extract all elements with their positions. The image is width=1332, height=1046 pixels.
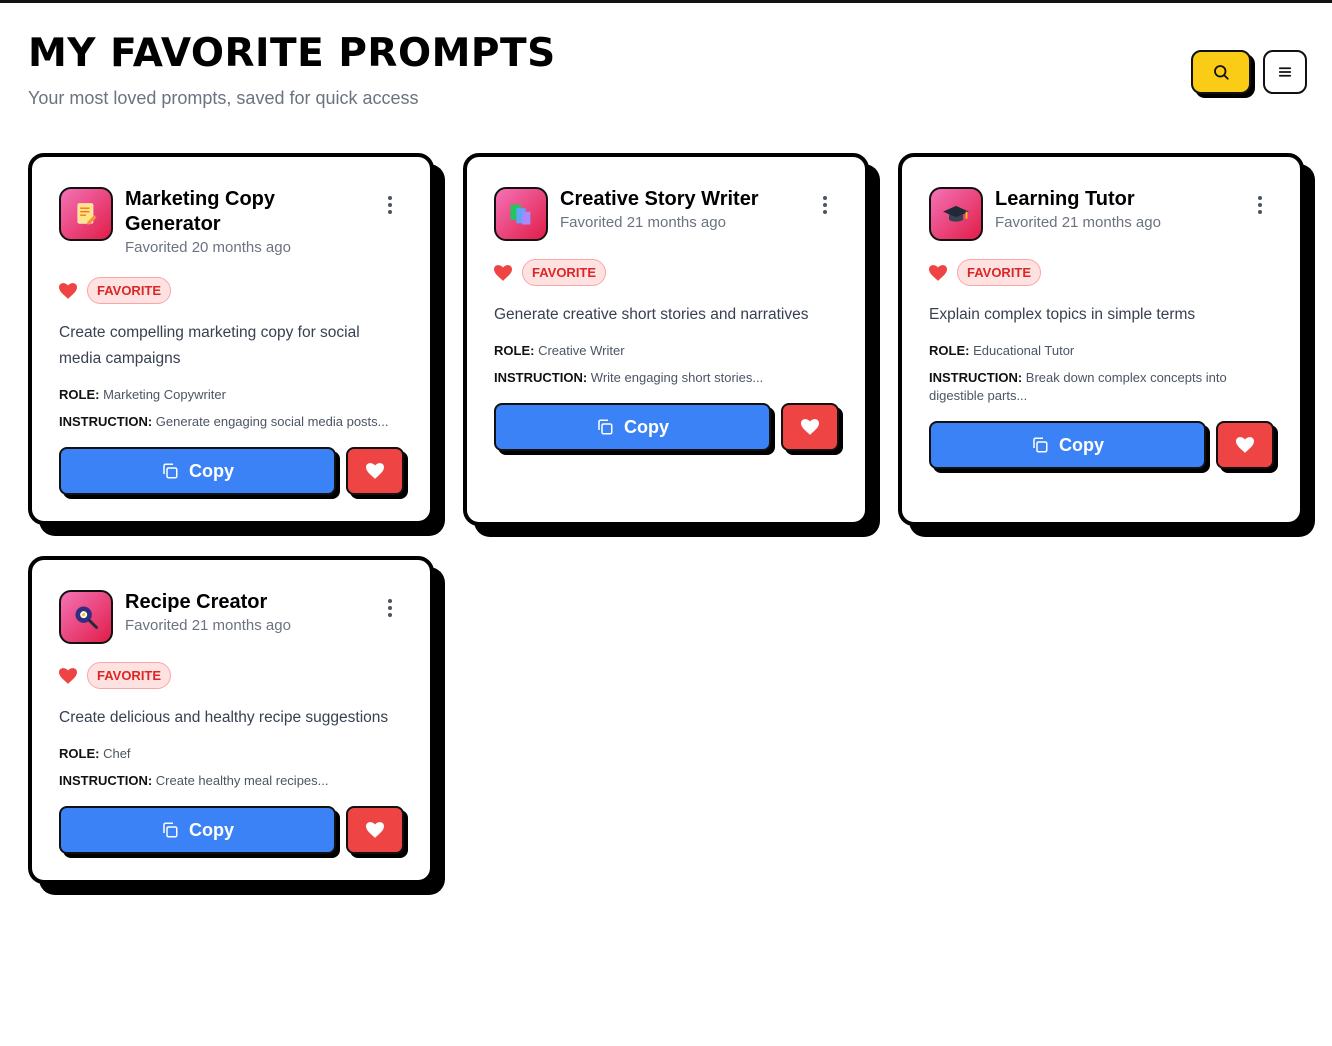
favorited-time: Favorited 20 months ago [125, 239, 291, 256]
unfavorite-button[interactable] [346, 447, 404, 495]
more-options-button[interactable] [380, 193, 400, 217]
copy-label: Copy [189, 819, 234, 840]
role-value: Creative Writer [538, 343, 625, 358]
favorited-time: Favorited 21 months ago [125, 617, 291, 634]
heart-icon [366, 463, 384, 479]
heart-icon [59, 282, 77, 299]
copy-button[interactable]: Copy [59, 447, 336, 495]
role-value: Chef [103, 746, 131, 761]
card-title: Creative Story Writer [560, 188, 759, 210]
instruction-label: INSTRUCTION: [59, 414, 153, 429]
kebab-icon [388, 196, 392, 214]
card-header: Recipe Creator Favorited 21 months ago [59, 590, 404, 644]
heart-icon [929, 264, 947, 281]
card-description: Explain complex topics in simple terms [929, 306, 1196, 323]
instruction-line: INSTRUCTION: Write engaging short storie… [494, 369, 839, 387]
instruction-value: Create healthy meal recipes... [155, 773, 329, 788]
graduation-cap-icon [929, 187, 983, 241]
card-header: Creative Story Writer Favorited 21 month… [494, 187, 839, 241]
copy-button[interactable]: Copy [59, 806, 336, 854]
role-value: Marketing Copywriter [103, 387, 226, 402]
card-description: Generate creative short stories and narr… [494, 306, 809, 323]
books-icon [494, 187, 548, 241]
copy-label: Copy [189, 460, 234, 481]
copy-label: Copy [1059, 434, 1104, 455]
favorite-badge: FAVORITE [87, 277, 172, 304]
search-icon [1214, 65, 1229, 80]
role-label: ROLE: [929, 343, 970, 358]
top-border [0, 0, 1332, 3]
header-actions [1191, 50, 1307, 94]
prompt-card: Creative Story Writer Favorited 21 month… [463, 153, 869, 526]
more-options-button[interactable] [1250, 193, 1270, 217]
prompt-card: Marketing Copy Generator Favorited 20 mo… [28, 153, 434, 525]
unfavorite-button[interactable] [346, 806, 404, 854]
copy-label: Copy [624, 416, 669, 437]
copy-icon [163, 463, 178, 479]
heart-icon [1236, 437, 1254, 453]
role-value: Educational Tutor [973, 343, 1075, 358]
heart-icon [494, 264, 512, 281]
page-subtitle: Your most loved prompts, saved for quick… [28, 88, 419, 108]
instruction-line: INSTRUCTION: Generate engaging social me… [59, 413, 404, 431]
instruction-value: Write engaging short stories... [590, 370, 764, 385]
favorite-badge: FAVORITE [87, 662, 172, 689]
kebab-icon [1258, 196, 1262, 214]
menu-button[interactable] [1263, 50, 1307, 94]
card-title: Recipe Creator [125, 591, 268, 613]
favorited-time: Favorited 21 months ago [560, 214, 726, 231]
role-label: ROLE: [494, 343, 535, 358]
copy-button[interactable]: Copy [494, 403, 771, 451]
frying-pan-icon [59, 590, 113, 644]
prompt-card: Recipe Creator Favorited 21 months ago F… [28, 556, 434, 884]
menu-icon [1278, 67, 1292, 77]
card-header: Learning Tutor Favorited 21 months ago [929, 187, 1274, 241]
card-title: Learning Tutor [995, 188, 1135, 210]
favorite-badge: FAVORITE [957, 259, 1042, 286]
more-options-button[interactable] [815, 193, 835, 217]
card-title: Marketing Copy Generator [125, 188, 276, 235]
unfavorite-button[interactable] [781, 403, 839, 451]
role-line: ROLE: Chef [59, 745, 404, 763]
copy-icon [163, 822, 178, 838]
favorited-time: Favorited 21 months ago [995, 214, 1161, 231]
more-options-button[interactable] [380, 596, 400, 620]
card-header: Marketing Copy Generator Favorited 20 mo… [59, 187, 404, 259]
prompt-card: Learning Tutor Favorited 21 months ago F… [898, 153, 1304, 526]
heart-icon [59, 667, 77, 684]
instruction-line: INSTRUCTION: Create healthy meal recipes… [59, 772, 404, 790]
role-line: ROLE: Educational Tutor [929, 342, 1274, 360]
role-label: ROLE: [59, 387, 100, 402]
instruction-label: INSTRUCTION: [494, 370, 588, 385]
copy-icon [1033, 437, 1048, 453]
role-label: ROLE: [59, 746, 100, 761]
page-header: MY FAVORITE PROMPTS Your most loved prom… [28, 30, 556, 109]
heart-icon [801, 419, 819, 435]
role-line: ROLE: Creative Writer [494, 342, 839, 360]
unfavorite-button[interactable] [1216, 421, 1274, 469]
instruction-value: Generate engaging social media posts... [155, 414, 389, 429]
favorite-badge: FAVORITE [522, 259, 607, 286]
copy-button[interactable]: Copy [929, 421, 1206, 469]
copy-icon [598, 419, 613, 435]
instruction-label: INSTRUCTION: [59, 773, 153, 788]
role-line: ROLE: Marketing Copywriter [59, 386, 404, 404]
card-description: Create delicious and healthy recipe sugg… [59, 709, 389, 726]
card-description: Create compelling marketing copy for soc… [59, 324, 360, 367]
instruction-label: INSTRUCTION: [929, 370, 1023, 385]
page-title: MY FAVORITE PROMPTS [28, 31, 556, 76]
memo-icon [59, 187, 113, 241]
kebab-icon [388, 599, 392, 617]
search-button[interactable] [1191, 50, 1251, 94]
instruction-line: INSTRUCTION: Break down complex concepts… [929, 369, 1274, 405]
heart-icon [366, 822, 384, 838]
kebab-icon [823, 196, 827, 214]
